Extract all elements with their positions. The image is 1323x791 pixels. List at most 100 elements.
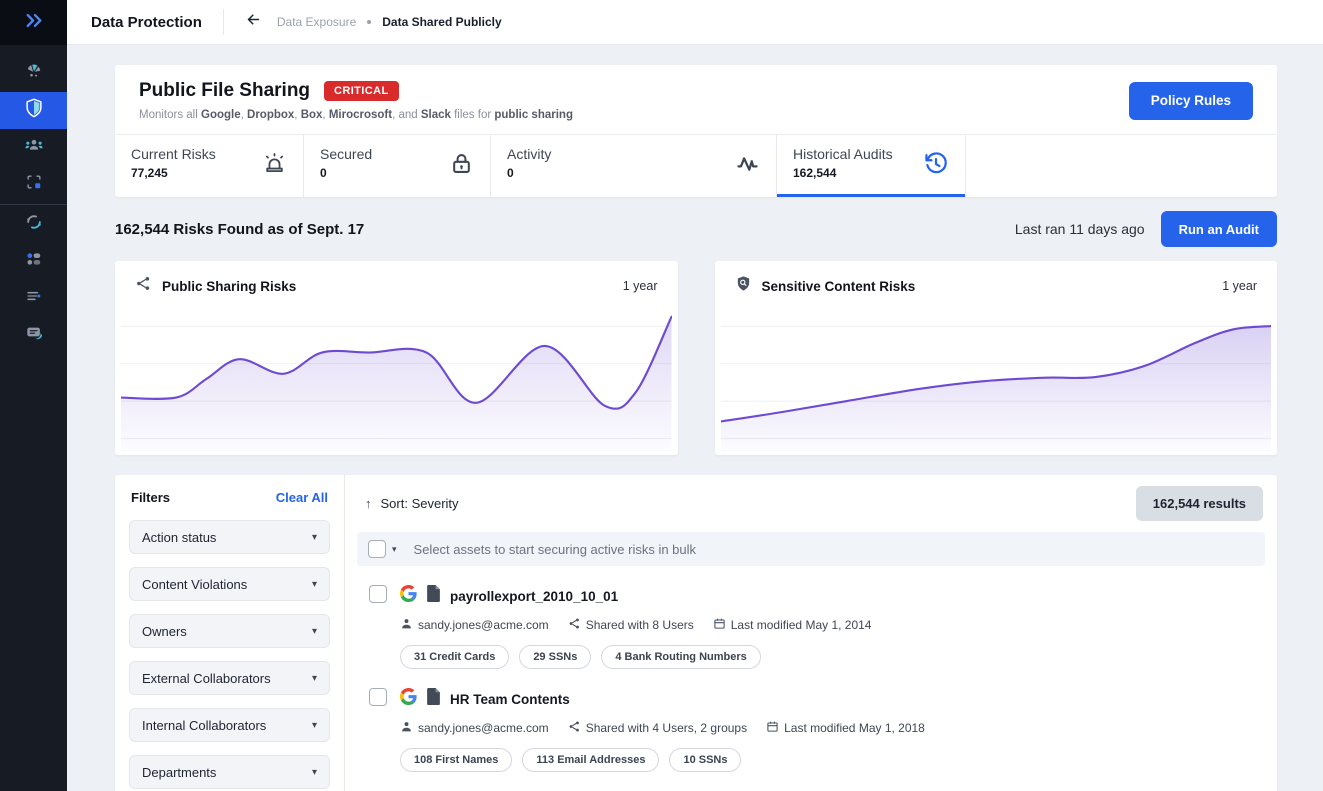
google-icon bbox=[400, 688, 417, 710]
sort-control[interactable]: ↑ Sort: Severity bbox=[365, 496, 459, 511]
main-area: Data Protection Data Exposure Data Share… bbox=[67, 0, 1323, 791]
tab-historical-audits[interactable]: Historical Audits 162,544 bbox=[777, 135, 966, 197]
sidebar-item-apps[interactable] bbox=[0, 243, 67, 280]
arrow-left-icon bbox=[245, 11, 262, 33]
subtitle-text: Mirocrosoft bbox=[329, 109, 392, 121]
bulk-select-hint: Select assets to start securing active r… bbox=[414, 542, 697, 557]
violation-pill[interactable]: 113 Email Addresses bbox=[522, 748, 659, 772]
chart-range-selector[interactable]: 1 year bbox=[1222, 279, 1257, 293]
chevron-down-icon: ▾ bbox=[312, 579, 317, 590]
chart-range-selector[interactable]: 1 year bbox=[623, 279, 658, 293]
calendar-icon bbox=[766, 720, 779, 736]
shared-text: Shared with 4 Users, 2 groups bbox=[586, 721, 747, 735]
tab-current-risks[interactable]: Current Risks 77,245 bbox=[115, 135, 304, 197]
sidebar-item-chat[interactable] bbox=[0, 317, 67, 354]
filters-sidebar: Filters Clear All Action status ▾ Conten… bbox=[115, 475, 345, 791]
catalog-icon bbox=[24, 172, 44, 197]
select-all-checkbox[interactable] bbox=[368, 540, 386, 558]
topbar-divider bbox=[223, 9, 224, 35]
public-sharing-risks-card: Public Sharing Risks 1 year bbox=[115, 261, 678, 455]
person-icon bbox=[400, 720, 413, 736]
sidebar-expand-button[interactable] bbox=[0, 0, 67, 45]
violation-pill[interactable]: 4 Bank Routing Numbers bbox=[601, 645, 760, 669]
siren-icon bbox=[261, 150, 288, 182]
shared-meta: Shared with 4 Users, 2 groups bbox=[568, 720, 747, 736]
severity-badge: CRITICAL bbox=[324, 81, 399, 101]
chat-icon bbox=[24, 323, 44, 348]
audit-summary-bar: 162,544 Risks Found as of Sept. 17 Last … bbox=[115, 211, 1277, 247]
violation-pill[interactable]: 10 SSNs bbox=[669, 748, 741, 772]
chevron-down-icon: ▾ bbox=[312, 720, 317, 731]
filter-action-status[interactable]: Action status ▾ bbox=[129, 520, 330, 554]
sidebar bbox=[0, 0, 67, 791]
filter-internal-collaborators[interactable]: Internal Collaborators ▾ bbox=[129, 708, 330, 742]
sidebar-item-users[interactable] bbox=[0, 129, 67, 166]
sidebar-item-catalog[interactable] bbox=[0, 166, 67, 203]
subtitle-text: Monitors all bbox=[139, 109, 201, 121]
filter-external-collaborators[interactable]: External Collaborators ▾ bbox=[129, 661, 330, 695]
row-checkbox[interactable] bbox=[369, 585, 387, 603]
filter-label: Departments bbox=[142, 765, 216, 780]
results-panel: Filters Clear All Action status ▾ Conten… bbox=[115, 475, 1277, 791]
violation-pill[interactable]: 108 First Names bbox=[400, 748, 512, 772]
bulk-select-bar: ▾ Select assets to start securing active… bbox=[357, 532, 1265, 566]
policy-header-left: Public File Sharing CRITICAL Monitors al… bbox=[139, 80, 1129, 121]
sidebar-item-sync[interactable] bbox=[0, 206, 67, 243]
chevron-down-icon: ▾ bbox=[312, 532, 317, 543]
sidebar-item-data-protection[interactable] bbox=[0, 92, 67, 129]
filters-title: Filters bbox=[131, 490, 170, 505]
app-window: Data Protection Data Exposure Data Share… bbox=[0, 0, 1323, 791]
chevron-down-icon: ▾ bbox=[312, 673, 317, 684]
pulse-icon bbox=[734, 150, 761, 182]
share-nodes-icon bbox=[135, 275, 152, 297]
sort-row: ↑ Sort: Severity 162,544 results bbox=[345, 475, 1277, 532]
violation-pill[interactable]: 29 SSNs bbox=[519, 645, 591, 669]
share-nodes-icon bbox=[568, 617, 581, 633]
chevron-down-icon[interactable]: ▾ bbox=[392, 544, 397, 555]
breadcrumb-parent[interactable]: Data Exposure bbox=[277, 15, 356, 29]
asset-row: HR Team Contents sandy.jones@acme.com bbox=[345, 669, 1277, 772]
tab-secured[interactable]: Secured 0 bbox=[304, 135, 491, 197]
sort-label: Sort: Severity bbox=[381, 496, 459, 511]
asset-row: payrollexport_2010_10_01 sandy.jones@acm… bbox=[345, 566, 1277, 669]
sidebar-item-reports[interactable] bbox=[0, 280, 67, 317]
filter-label: External Collaborators bbox=[142, 671, 271, 686]
asset-title[interactable]: HR Team Contents bbox=[450, 692, 570, 707]
filter-owners[interactable]: Owners ▾ bbox=[129, 614, 330, 648]
sync-icon bbox=[24, 212, 44, 237]
filter-label: Internal Collaborators bbox=[142, 718, 266, 733]
chart-area bbox=[121, 317, 672, 451]
violation-pill[interactable]: 31 Credit Cards bbox=[400, 645, 509, 669]
run-audit-button[interactable]: Run an Audit bbox=[1161, 211, 1277, 247]
policy-rules-button[interactable]: Policy Rules bbox=[1129, 82, 1253, 120]
row-checkbox[interactable] bbox=[369, 688, 387, 706]
violation-pills: 31 Credit Cards 29 SSNs 4 Bank Routing N… bbox=[400, 645, 1261, 669]
asset-title[interactable]: payrollexport_2010_10_01 bbox=[450, 589, 618, 604]
filter-content-violations[interactable]: Content Violations ▾ bbox=[129, 567, 330, 601]
shield-icon bbox=[23, 97, 45, 124]
modified-meta: Last modified May 1, 2014 bbox=[713, 617, 872, 633]
policy-subtitle: Monitors all Google, Dropbox, Box, Miroc… bbox=[139, 109, 1129, 121]
tab-activity[interactable]: Activity 0 bbox=[491, 135, 777, 197]
file-icon bbox=[426, 688, 441, 710]
modified-text: Last modified May 1, 2018 bbox=[784, 721, 925, 735]
clear-all-link[interactable]: Clear All bbox=[276, 490, 328, 505]
modified-meta: Last modified May 1, 2018 bbox=[766, 720, 925, 736]
violation-pills: 108 First Names 113 Email Addresses 10 S… bbox=[400, 748, 1261, 772]
asset-meta: sandy.jones@acme.com Shared with 4 Users… bbox=[400, 720, 1261, 736]
subtitle-text: Slack bbox=[421, 109, 451, 121]
owner-email: sandy.jones@acme.com bbox=[418, 618, 549, 632]
asset-meta: sandy.jones@acme.com Shared with 8 Users bbox=[400, 617, 1261, 633]
sidebar-item-classification[interactable] bbox=[0, 55, 67, 92]
owner-meta: sandy.jones@acme.com bbox=[400, 617, 549, 633]
back-button[interactable] bbox=[245, 11, 262, 33]
lock-icon bbox=[448, 150, 475, 182]
breadcrumb-dot bbox=[367, 20, 371, 24]
apps-icon bbox=[24, 249, 44, 274]
tab-count: 0 bbox=[507, 166, 760, 180]
sensitive-content-risks-chart bbox=[721, 309, 1272, 451]
filter-label: Content Violations bbox=[142, 577, 247, 592]
shared-text: Shared with 8 Users bbox=[586, 618, 694, 632]
filter-departments[interactable]: Departments ▾ bbox=[129, 755, 330, 789]
subtitle-text: Box bbox=[301, 109, 323, 121]
